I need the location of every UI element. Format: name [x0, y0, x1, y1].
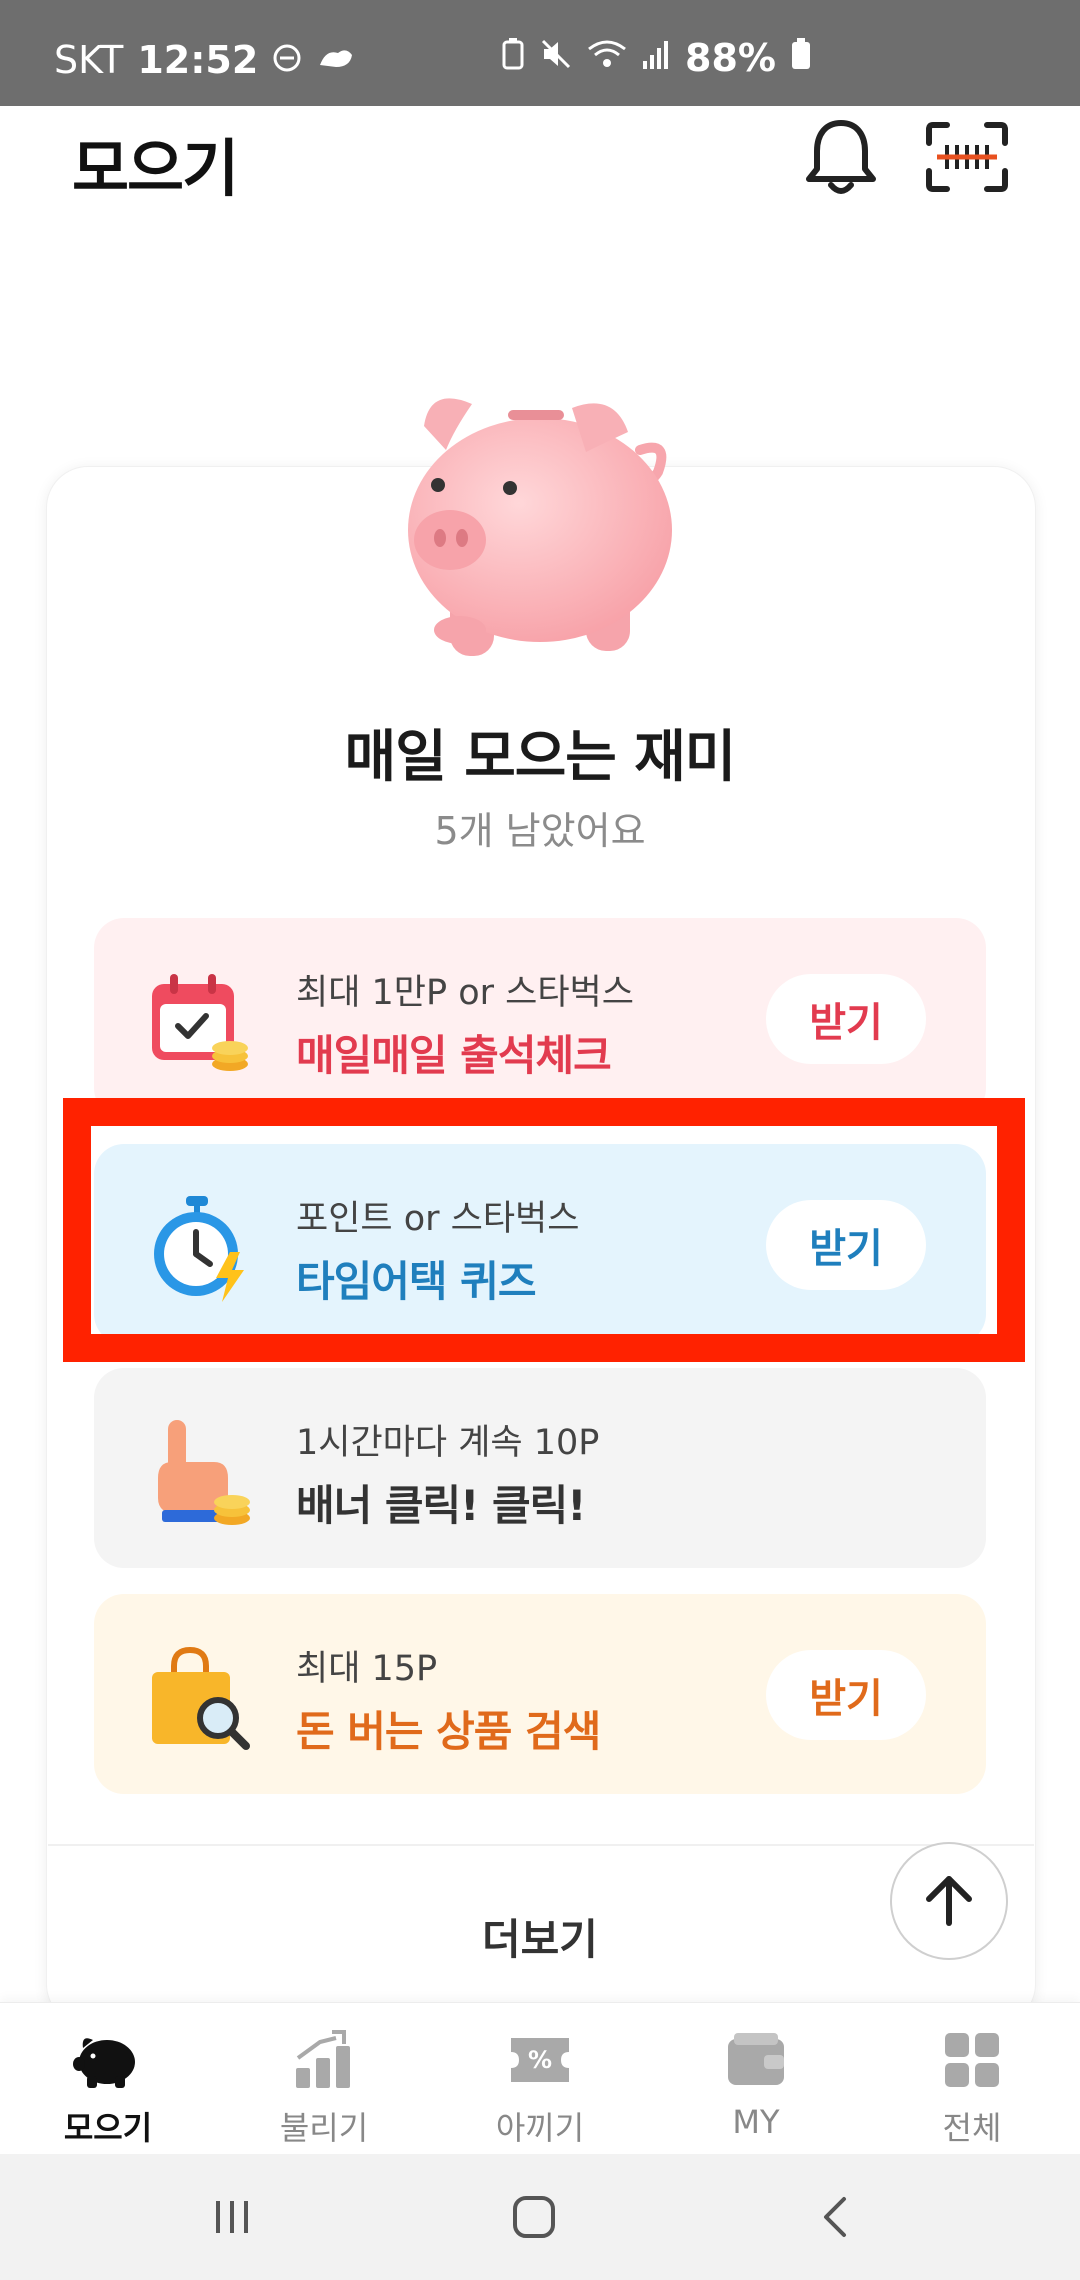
coupon-icon: %: [505, 2027, 575, 2093]
mission-label: 최대 1만P or 스타벅스: [296, 973, 634, 1013]
recent-apps-icon: [216, 2201, 248, 2233]
piggy-bank-icon: [73, 2027, 143, 2093]
mission-title: 매일매일 출석체크: [296, 1031, 612, 1080]
mission-label: 최대 15P: [296, 1649, 438, 1689]
growth-chart-icon: [289, 2027, 359, 2093]
receive-button[interactable]: 받기: [766, 1650, 926, 1740]
nav-item-collect[interactable]: 모으기: [0, 2003, 216, 2154]
nav-item-all[interactable]: 전체: [864, 2003, 1080, 2154]
system-nav-bar: [0, 2154, 1080, 2280]
battery-saver-icon: [501, 36, 525, 80]
divider: [48, 1844, 1034, 1846]
mission-title: 배너 클릭! 클릭!: [296, 1481, 586, 1530]
nav-label: 모으기: [63, 2109, 153, 2147]
back-button[interactable]: [796, 2182, 876, 2252]
status-left: SKT 12:52: [54, 38, 356, 82]
arrow-up-icon: [926, 1876, 972, 1926]
scroll-to-top-button[interactable]: [890, 1842, 1008, 1960]
grid-icon: [937, 2027, 1007, 2093]
bell-icon: [806, 120, 876, 194]
home-icon: [513, 2196, 555, 2238]
signal-icon: [641, 36, 671, 80]
clock: 12:52: [137, 38, 259, 82]
wallet-icon: [721, 2027, 791, 2093]
remaining-count: 5개 남았어요: [434, 809, 646, 853]
do-not-disturb-icon: [272, 38, 302, 82]
mission-product-search[interactable]: 최대 15P 돈 버는 상품 검색 받기: [94, 1594, 986, 1794]
app-notification-icon: [316, 38, 356, 82]
page-title: 모으기: [72, 132, 239, 205]
battery-icon: [790, 36, 812, 80]
mission-label: 1시간마다 계속 10P: [296, 1423, 600, 1463]
status-bar: SKT 12:52 88%: [0, 0, 1080, 106]
home-button[interactable]: [494, 2182, 574, 2252]
recent-apps-button[interactable]: [192, 2182, 272, 2252]
mission-banner-click[interactable]: 1시간마다 계속 10P 배너 클릭! 클릭!: [94, 1368, 986, 1568]
card-title: 매일 모으는 재미: [344, 725, 737, 790]
status-right: 88%: [501, 36, 812, 80]
nav-label: 전체: [942, 2109, 1002, 2147]
notification-button[interactable]: [796, 112, 886, 202]
receive-button[interactable]: 받기: [766, 974, 926, 1064]
piggy-bank-illustration: [390, 380, 690, 680]
nav-item-save[interactable]: % 아끼기: [432, 2003, 648, 2154]
svg-text:%: %: [528, 2046, 552, 2074]
nav-label: 불리기: [279, 2109, 369, 2147]
back-icon: [824, 2197, 846, 2237]
battery-percent: 88%: [685, 36, 776, 80]
hand-coin-icon: [144, 1418, 254, 1528]
bottom-nav: 모으기 불리기 % 아끼기 MY 전체: [0, 2002, 1080, 2154]
barcode-scan-icon: [926, 122, 1008, 192]
mission-attendance-check[interactable]: 최대 1만P or 스타벅스 매일매일 출석체크 받기: [94, 918, 986, 1118]
wifi-icon: [587, 36, 627, 80]
barcode-scan-button[interactable]: [922, 112, 1012, 202]
nav-label: MY: [732, 2103, 780, 2141]
calendar-coin-icon: [144, 968, 254, 1078]
mute-icon: [539, 36, 573, 80]
carrier-label: SKT: [54, 38, 124, 82]
nav-label: 아끼기: [495, 2109, 585, 2147]
highlight-box: [63, 1098, 1025, 1362]
mission-title: 돈 버는 상품 검색: [296, 1707, 601, 1756]
nav-item-my[interactable]: MY: [648, 2003, 864, 2154]
nav-item-grow[interactable]: 불리기: [216, 2003, 432, 2154]
shopping-bag-search-icon: [144, 1644, 254, 1754]
